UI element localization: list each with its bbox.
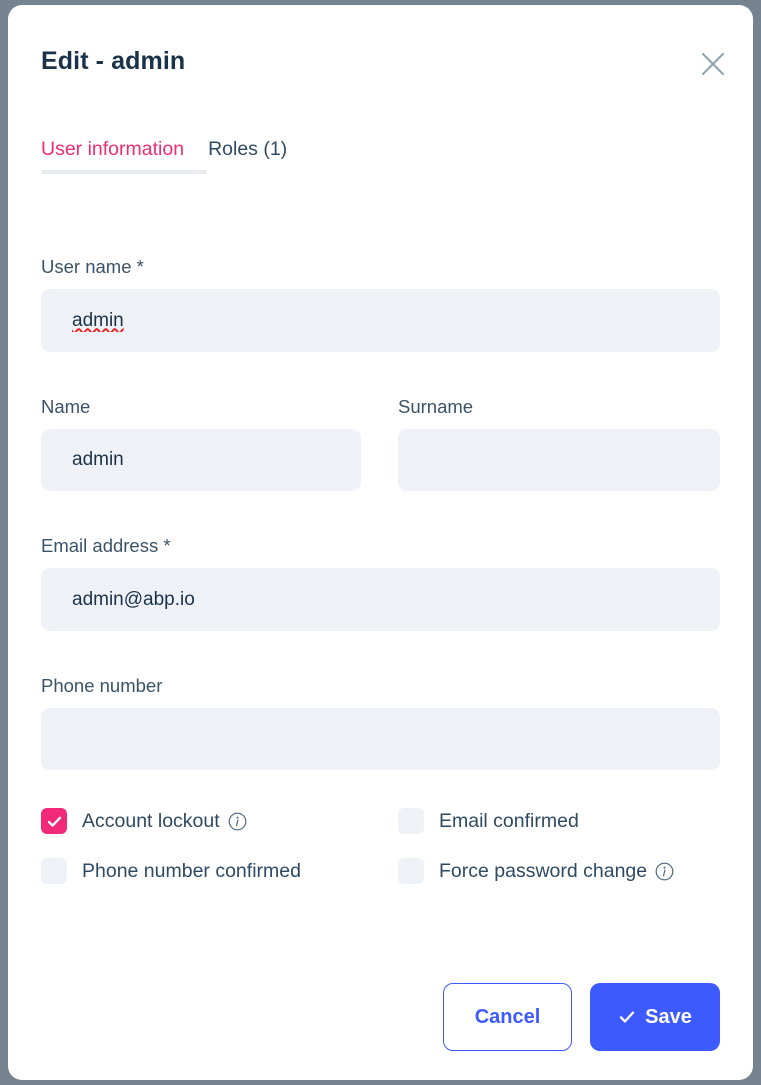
checkbox-row: Phone number confirmed Force password ch… [41,858,731,908]
checkbox-box-unchecked[interactable] [398,808,424,834]
phone-input[interactable] [41,708,720,770]
info-circle-icon[interactable] [228,812,247,831]
modal-footer: Cancel Save [8,983,753,1080]
checkbox-label: Email confirmed [439,809,579,832]
tab-bar: User information Roles (1) [41,138,287,191]
edit-user-modal: Edit - admin User information Roles (1) … [8,5,753,1080]
check-icon [618,1008,645,1026]
checkbox-row: Account lockout Email confirmed [41,808,731,858]
modal-header: Edit - admin [8,5,753,115]
cancel-button[interactable]: Cancel [443,983,572,1051]
tab-roles[interactable]: Roles (1) [208,138,287,191]
tab-user-information[interactable]: User information [41,138,208,191]
checkbox-label: Account lockout [82,809,220,832]
surname-label: Surname [398,396,474,417]
username-label: User name * [41,256,144,277]
checkbox-label: Force password change [439,859,648,882]
close-icon [700,51,726,77]
surname-input[interactable] [398,429,720,491]
checkbox-label: Phone number confirmed [82,859,301,882]
page-title: Edit - admin [41,47,186,75]
checkbox-box-checked[interactable] [41,808,67,834]
email-label: Email address * [41,535,171,556]
checkbox-email-confirmed[interactable]: Email confirmed [398,808,728,834]
checkbox-group: Account lockout Email confirmed Phone nu… [41,808,731,908]
save-button[interactable]: Save [590,983,720,1051]
email-input[interactable] [41,568,720,631]
name-input[interactable] [41,429,361,491]
close-button[interactable] [695,46,731,82]
checkbox-force-password-change[interactable]: Force password change [398,858,728,884]
phone-label: Phone number [41,675,163,696]
checkbox-account-lockout[interactable]: Account lockout [41,808,398,834]
info-circle-icon[interactable] [655,862,674,881]
save-button-label: Save [645,1005,692,1028]
checkbox-box-unchecked[interactable] [398,858,424,884]
username-input[interactable] [41,289,720,352]
name-label: Name [41,396,91,417]
checkbox-box-unchecked[interactable] [41,858,67,884]
checkbox-phone-number-confirmed[interactable]: Phone number confirmed [41,858,398,884]
